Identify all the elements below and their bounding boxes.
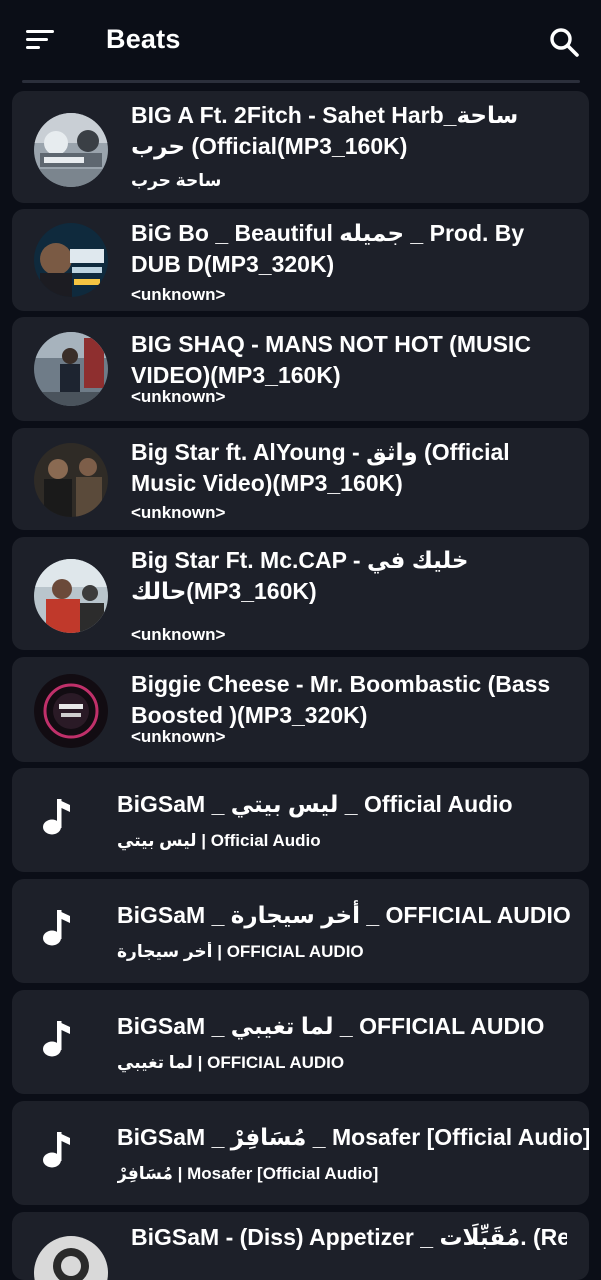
track-subtitle: مُسَافِرْ | Mosafer [Official Audio]	[117, 1164, 379, 1183]
track-title: BiG Bo _ Beautiful جميله _ Prod. By DUB …	[131, 220, 525, 277]
track-item[interactable]: BiGSaM _ ليس بيتي _ Official Audio ليس ب…	[12, 768, 589, 872]
music-note-icon	[43, 799, 70, 835]
album-art-thumbnail	[34, 1236, 108, 1280]
track-item[interactable]: Biggie Cheese - Mr. Boombastic (Bass Boo…	[12, 657, 589, 762]
track-item[interactable]: BiGSaM - (Diss) Appetizer _ مُقَبِّلَات.…	[12, 1212, 589, 1280]
track-item[interactable]: BiGSaM _ أخر سيجارة _ OFFICIAL AUDIO أخر…	[12, 879, 589, 983]
track-title: Biggie Cheese - Mr. Boombastic (Bass Boo…	[131, 671, 551, 728]
album-art-thumbnail	[34, 443, 108, 517]
track-title: BiGSaM _ ليس بيتي _ Official Audio	[117, 791, 513, 817]
track-list: BIG A Ft. 2Fitch - Sahet Harb_ساحة حرب (…	[0, 0, 601, 1280]
music-note-icon	[43, 910, 70, 946]
track-title: BiGSaM _ مُسَافِرْ _ Mosafer [Official A…	[117, 1124, 589, 1150]
track-item[interactable]: BiGSaM _ لما تغيبي _ OFFICIAL AUDIO لما …	[12, 990, 589, 1094]
track-item[interactable]: BiG Bo _ Beautiful جميله _ Prod. By DUB …	[12, 209, 589, 311]
track-subtitle: لما تغيبي | OFFICIAL AUDIO	[117, 1053, 345, 1072]
track-title: Big Star Ft. Mc.CAP - خليك في حالك(MP3_1…	[131, 547, 469, 604]
track-item[interactable]: BIG SHAQ - MANS NOT HOT (MUSIC VIDEO)(MP…	[12, 317, 589, 421]
album-art-thumbnail	[34, 674, 108, 748]
album-art-thumbnail	[34, 559, 108, 633]
track-subtitle: <unknown>	[131, 625, 226, 644]
track-subtitle: <unknown>	[131, 503, 226, 522]
track-subtitle: <unknown>	[131, 285, 226, 304]
music-note-icon	[43, 1132, 70, 1168]
track-subtitle: <unknown>	[131, 387, 226, 406]
track-title: BIG A Ft. 2Fitch - Sahet Harb_ساحة حرب (…	[131, 102, 519, 159]
album-art-thumbnail	[34, 223, 108, 297]
music-note-icon	[43, 1021, 70, 1057]
track-title: Big Star ft. AlYoung - واثق (Official Mu…	[131, 439, 510, 496]
track-subtitle: ليس بيتي | Official Audio	[117, 831, 321, 850]
page-title: Beats	[106, 24, 181, 54]
track-item[interactable]: BiGSaM _ مُسَافِرْ _ Mosafer [Official A…	[12, 1101, 589, 1205]
album-art-thumbnail	[34, 113, 108, 187]
album-art-thumbnail	[34, 332, 108, 406]
track-subtitle: <unknown>	[131, 727, 226, 746]
track-title: BiGSaM _ أخر سيجارة _ OFFICIAL AUDIO	[117, 902, 571, 928]
track-subtitle: أخر سيجارة | OFFICIAL AUDIO	[117, 942, 364, 961]
sort-menu-icon[interactable]	[26, 30, 56, 52]
track-subtitle: ساحة حرب	[131, 171, 222, 190]
track-title: BiGSaM _ لما تغيبي _ OFFICIAL AUDIO	[117, 1013, 545, 1039]
header-divider	[22, 80, 580, 83]
track-title: BiGSaM - (Diss) Appetizer _ مُقَبِّلَات.…	[131, 1224, 567, 1250]
track-item[interactable]: BIG A Ft. 2Fitch - Sahet Harb_ساحة حرب (…	[12, 91, 589, 203]
app-bar: Beats	[0, 0, 601, 83]
search-icon[interactable]	[548, 26, 580, 58]
track-title: BIG SHAQ - MANS NOT HOT (MUSIC VIDEO)(MP…	[131, 331, 531, 388]
track-item[interactable]: Big Star ft. AlYoung - واثق (Official Mu…	[12, 428, 589, 530]
track-item[interactable]: Big Star Ft. Mc.CAP - خليك في حالك(MP3_1…	[12, 537, 589, 650]
